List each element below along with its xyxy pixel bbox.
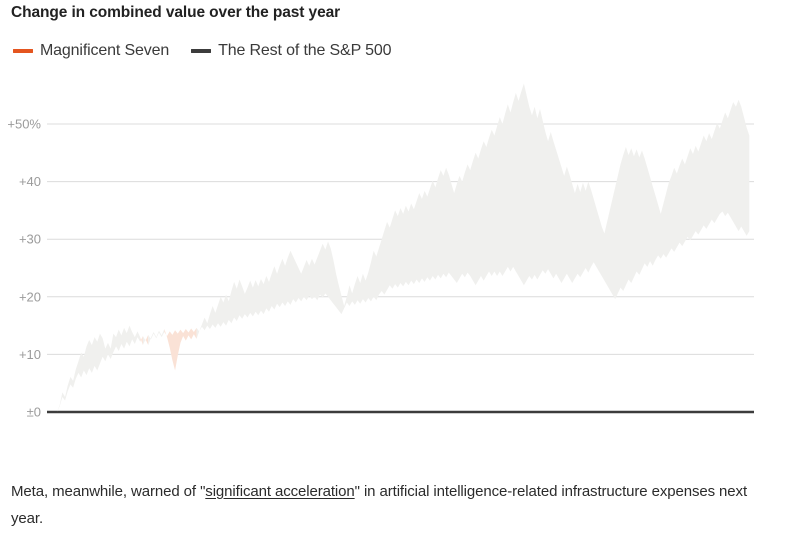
chart-fill-segment	[196, 83, 750, 339]
chart-legend: Magnificent Seven The Rest of the S&P 50…	[13, 42, 392, 60]
y-axis-tick-label: +50%	[7, 117, 41, 132]
y-axis-tick-label: +10	[19, 347, 41, 362]
y-axis-tick-label: ±0	[27, 405, 41, 420]
page-title: Change in combined value over the past y…	[11, 4, 341, 21]
line-chart: ±0 +10 +20 +30 +40 +50%	[7, 83, 754, 420]
chart-fill-segment	[142, 335, 146, 346]
y-axis-tick-label: +40	[19, 174, 41, 189]
y-axis-tick-label: +20	[19, 289, 41, 304]
legend-item-magnificent-seven: Magnificent Seven	[13, 42, 169, 60]
legend-label-rest-of-sp500: The Rest of the S&P 500	[218, 42, 392, 59]
chart-page: Change in combined value over the past y…	[0, 0, 802, 543]
chart-fill-segment	[164, 327, 197, 371]
chart-y-axis-labels: ±0 +10 +20 +30 +40 +50%	[7, 117, 41, 420]
footnote-link[interactable]: significant acceleration	[205, 483, 354, 500]
chart-fill-segment	[145, 334, 149, 346]
footnote-text-before: Meta, meanwhile, warned of "	[11, 483, 206, 500]
footnote: Meta, meanwhile, warned of "significant …	[11, 478, 751, 532]
legend-item-rest-of-sp500: The Rest of the S&P 500	[191, 42, 392, 60]
legend-swatch-magnificent-seven	[13, 49, 33, 53]
legend-swatch-rest-of-sp500	[191, 49, 212, 53]
chart-plot-area: ±0 +10 +20 +30 +40 +50%	[0, 66, 802, 456]
chart-fill-segment	[148, 329, 165, 346]
chart-fill-segment	[57, 325, 141, 412]
y-axis-tick-label: +30	[19, 232, 41, 247]
chart-fill-band	[57, 83, 750, 412]
legend-label-magnificent-seven: Magnificent Seven	[40, 42, 170, 59]
chart-fill-segment	[140, 335, 143, 346]
